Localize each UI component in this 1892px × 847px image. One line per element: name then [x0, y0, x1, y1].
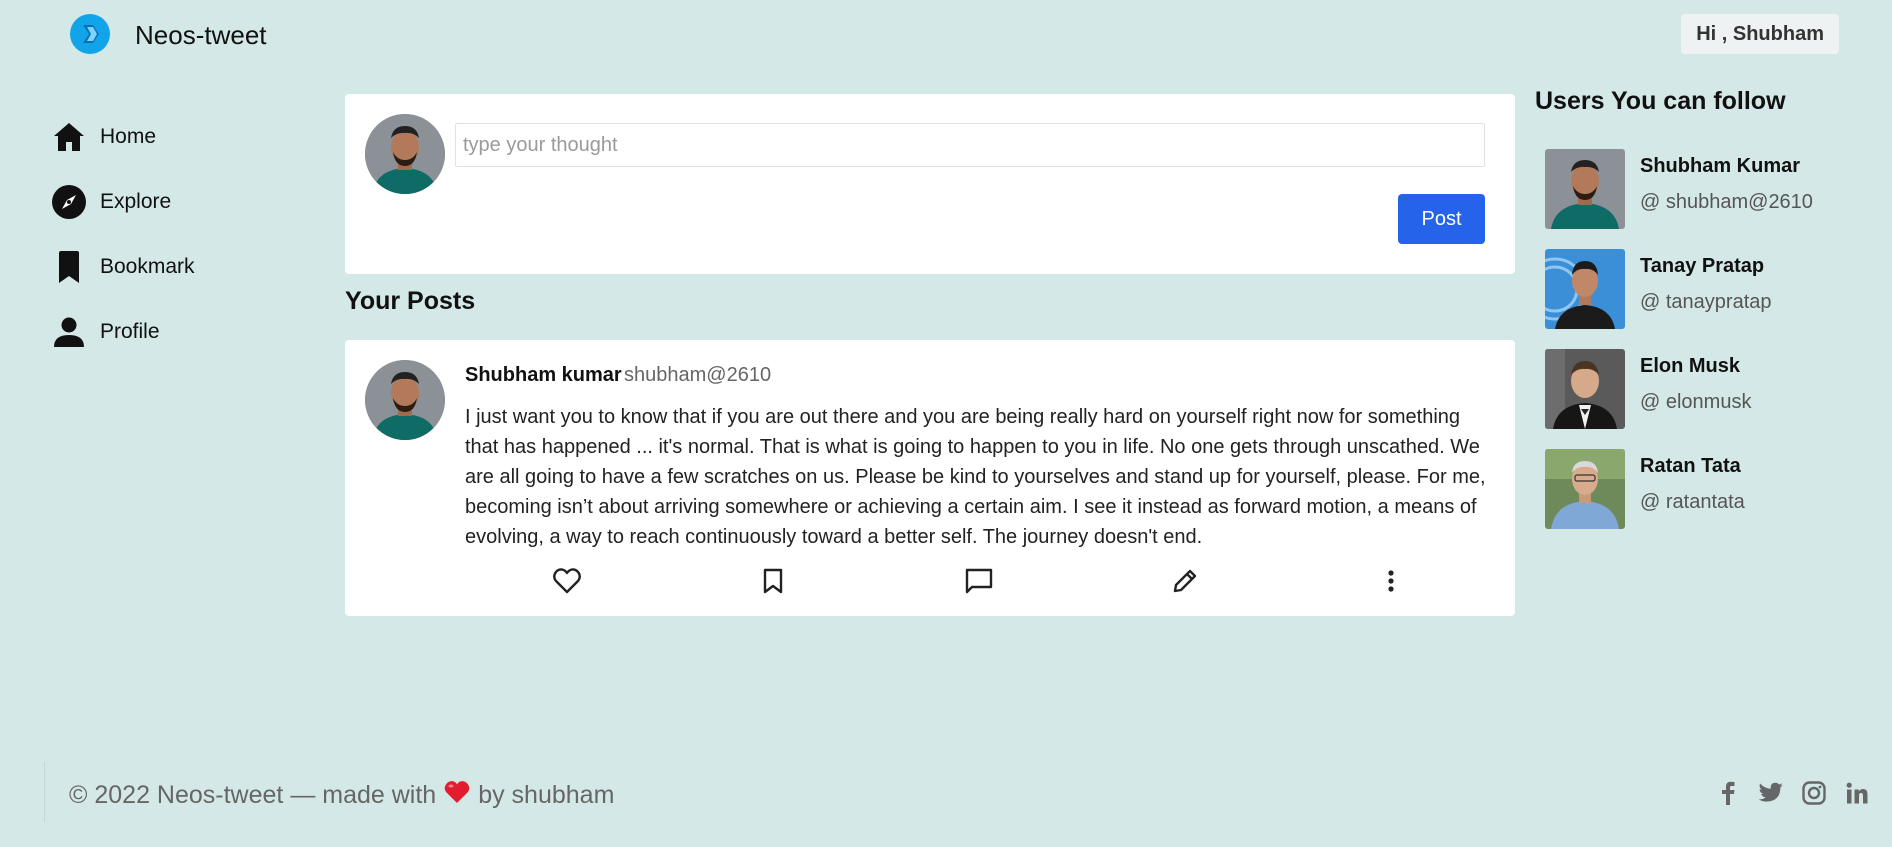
brand-name[interactable]: Neos-tweet [135, 20, 267, 51]
copyright-suffix: by shubham [478, 781, 615, 809]
user-photo[interactable] [1545, 349, 1625, 429]
user-photo[interactable] [1545, 449, 1625, 529]
edit-pencil-icon[interactable] [1170, 566, 1200, 596]
sidebar-item-label: Profile [100, 319, 160, 343]
post-card: Shubham kumar shubham@2610 I just want y… [345, 340, 1515, 616]
heart-icon[interactable] [552, 566, 582, 596]
comment-icon[interactable] [964, 566, 994, 596]
top-header: Neos-tweet Hi , Shubham [0, 0, 1892, 70]
heart-emoji-icon [444, 780, 470, 811]
compass-icon [52, 184, 86, 219]
follow-suggestion-item[interactable]: Shubham Kumar @ shubham@2610 [1545, 149, 1865, 229]
sidebar-item-label: Home [100, 124, 157, 148]
instagram-icon[interactable] [1801, 780, 1827, 806]
follow-suggestion-item[interactable]: Ratan Tata @ ratantata [1545, 449, 1865, 529]
follow-suggestion-item[interactable]: Tanay Pratap @ tanaypratap [1545, 249, 1865, 329]
follow-user-handle: @ shubham@2610 [1640, 191, 1813, 213]
follow-user-name[interactable]: Tanay Pratap [1640, 255, 1764, 278]
post-button[interactable]: Post [1398, 194, 1485, 244]
sidebar-item-profile[interactable]: Profile [52, 299, 195, 364]
user-greeting[interactable]: Hi , Shubham [1681, 14, 1839, 54]
sidebar-item-home[interactable]: Home [52, 104, 195, 169]
arrow-chevron-logo-icon[interactable] [70, 14, 110, 54]
post-author-name[interactable]: Shubham kumar [465, 364, 622, 387]
follow-user-name[interactable]: Ratan Tata [1640, 455, 1741, 478]
avatar[interactable] [365, 360, 445, 440]
user-photo[interactable] [1545, 149, 1625, 229]
user-icon [52, 315, 86, 349]
left-sidebar: Home Explore Bookmark Profile [52, 104, 195, 364]
follow-user-name[interactable]: Elon Musk [1640, 355, 1740, 378]
footer-divider [44, 762, 45, 822]
your-posts-heading: Your Posts [345, 287, 476, 315]
avatar[interactable] [365, 114, 445, 194]
sidebar-item-label: Explore [100, 189, 172, 213]
linkedin-icon[interactable] [1844, 780, 1870, 806]
post-composer: Post [345, 94, 1515, 274]
copyright-prefix: © 2022 Neos-tweet — made with [69, 781, 437, 809]
bookmark-icon[interactable] [758, 566, 788, 596]
twitter-icon[interactable] [1758, 780, 1784, 806]
follow-suggestion-item[interactable]: Elon Musk @ elonmusk [1545, 349, 1865, 429]
sidebar-item-explore[interactable]: Explore [52, 169, 195, 234]
follow-user-handle: @ tanaypratap [1640, 291, 1772, 313]
facebook-icon[interactable] [1715, 780, 1741, 806]
bookmark-icon [52, 250, 86, 284]
thought-input[interactable] [455, 123, 1485, 167]
follow-user-handle: @ ratantata [1640, 491, 1745, 513]
more-vertical-icon[interactable] [1376, 566, 1406, 596]
post-actions [345, 566, 1515, 596]
sidebar-item-bookmark[interactable]: Bookmark [52, 234, 195, 299]
home-icon [52, 120, 86, 154]
follow-user-name[interactable]: Shubham Kumar [1640, 155, 1800, 178]
user-photo[interactable] [1545, 249, 1625, 329]
social-links [1715, 780, 1870, 806]
footer-copyright: © 2022 Neos-tweet — made with by shubham [69, 780, 614, 811]
follow-suggestions-heading: Users You can follow [1535, 87, 1786, 115]
post-author-handle: shubham@2610 [624, 364, 772, 386]
follow-user-handle: @ elonmusk [1640, 391, 1752, 413]
sidebar-item-label: Bookmark [100, 254, 195, 278]
post-body: I just want you to know that if you are … [465, 406, 1486, 548]
